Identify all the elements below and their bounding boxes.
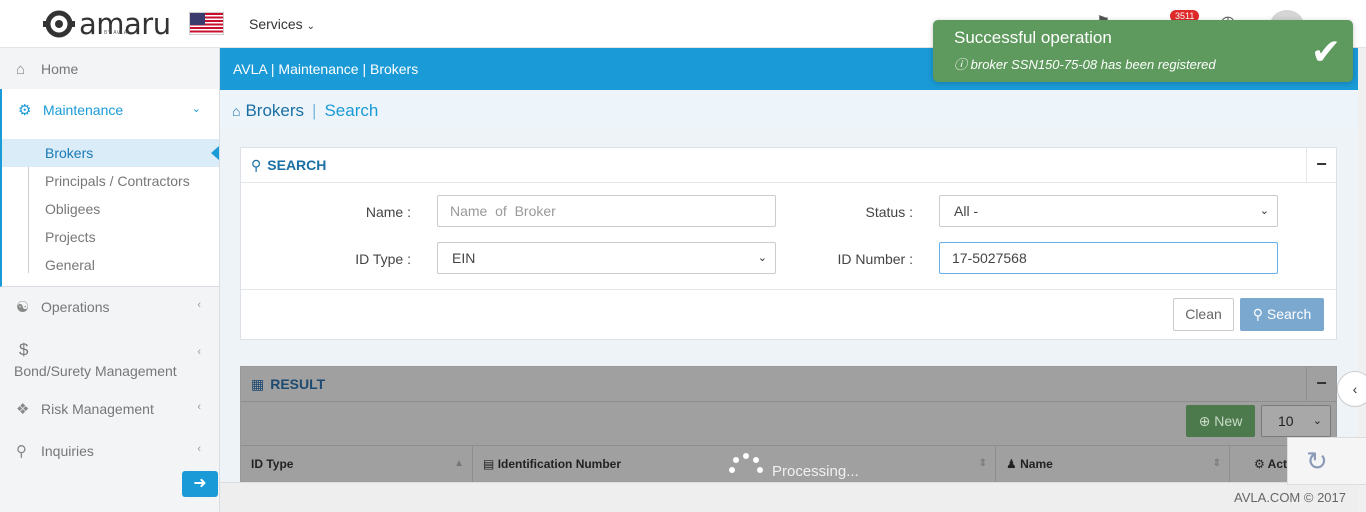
sidebar-item-label: Inquiries <box>41 443 94 459</box>
submenu-item-obligees[interactable]: Obligees <box>2 195 219 223</box>
chevron-left-icon: ‹ <box>197 401 201 413</box>
title-separator: | <box>312 101 317 120</box>
dollar-icon: $ <box>19 340 29 359</box>
sort-icon: ⇕ <box>1212 458 1221 469</box>
spinner-icon <box>729 453 763 483</box>
services-label: Services <box>249 16 303 32</box>
chevron-down-icon: ⌄ <box>306 21 315 32</box>
footer: AVLA.COM © 2017 <box>220 482 1358 512</box>
search-button-label: Search <box>1266 306 1312 322</box>
clean-button[interactable]: Clean <box>1173 298 1234 331</box>
success-toast[interactable]: Successful operation ⓘ broker SSN150-75-… <box>933 20 1353 82</box>
sidebar-item-bond[interactable]: $ Bond/Surety Management ‹ <box>0 336 219 392</box>
collapse-sidebar-button[interactable]: ➜ <box>182 471 218 497</box>
chevron-left-icon: ‹ <box>1352 381 1358 397</box>
submenu-item-principals[interactable]: Principals / Contractors <box>2 167 219 195</box>
column-label: ID Type <box>251 457 294 471</box>
page-heading: ⌂ Brokers | Search <box>220 90 1358 130</box>
status-select[interactable]: All - ⌄ <box>939 195 1278 227</box>
chevron-down-icon: ⌄ <box>191 103 201 115</box>
column-name[interactable]: ♟ Name ⇕ <box>996 446 1230 482</box>
sidebar-item-risk[interactable]: ❖ Risk Management ‹ <box>0 388 219 430</box>
page-size-value: 10 <box>1278 413 1294 429</box>
sidebar-item-label: Risk Management <box>41 401 154 417</box>
new-button-label: New <box>1214 413 1243 429</box>
sidebar-item-label: Operations <box>41 299 110 315</box>
status-label: Status : <box>865 204 913 220</box>
search-icon: ⚲ <box>16 443 27 460</box>
sort-icon: ⇕ <box>978 458 987 469</box>
column-id-type[interactable]: ID Type ▲ <box>241 446 473 482</box>
services-menu[interactable]: Services ⌄ <box>249 16 315 32</box>
checkmark-icon: ✔ <box>1310 31 1341 72</box>
us-flag-icon[interactable] <box>189 12 224 35</box>
result-panel-title: RESULT <box>270 376 326 392</box>
idtype-label: ID Type : <box>355 251 411 267</box>
info-icon: ⓘ <box>954 57 968 72</box>
sidebar-item-maintenance[interactable]: ⚙ Maintenance ⌄ <box>0 89 219 131</box>
panel-divider <box>241 289 1336 290</box>
idtype-select[interactable]: EIN ⌄ <box>437 242 776 274</box>
submenu-item-general[interactable]: General <box>2 251 219 279</box>
chevron-left-icon: ‹ <box>197 346 201 358</box>
search-icon: ⚲ <box>251 157 262 173</box>
gear-icon: ⚙ <box>1254 457 1265 471</box>
sidebar-item-operations[interactable]: ☯ Operations ‹ <box>0 286 219 328</box>
search-button[interactable]: ⚲ Search <box>1240 298 1324 331</box>
column-label: Act <box>1267 457 1287 471</box>
recaptcha-icon: ↻ <box>1306 446 1328 476</box>
sidebar-item-label: Home <box>41 61 79 77</box>
table-icon: ▦ <box>251 376 265 392</box>
new-button[interactable]: ⊕ New <box>1186 405 1255 437</box>
plus-circle-icon: ⊕ <box>1198 413 1211 429</box>
cubes-icon: ❖ <box>16 401 30 418</box>
column-label: Name <box>1020 457 1053 471</box>
collapse-search-button[interactable]: − <box>1306 148 1336 182</box>
chevron-left-icon: ‹ <box>197 443 201 455</box>
id-card-icon: ▤ <box>483 457 495 471</box>
search-panel: ⚲ SEARCH − Name : Status : All - ⌄ ID Typ… <box>240 147 1337 340</box>
idnumber-input[interactable] <box>939 242 1278 274</box>
search-icon: ⚲ <box>1252 306 1263 322</box>
sidebar-item-label: Maintenance <box>43 102 124 118</box>
logo-subtext: BY AVLA <box>104 30 128 36</box>
chevron-down-icon: ⌄ <box>1259 205 1269 217</box>
maintenance-submenu: Brokers Principals / Contractors Obligee… <box>0 131 219 287</box>
idnumber-label: ID Number : <box>837 251 913 267</box>
page-title: Brokers <box>245 101 305 120</box>
name-label: Name : <box>365 204 411 220</box>
sidebar: ⌂ Home ⚙ Maintenance ⌄ Brokers Principal… <box>0 48 220 512</box>
column-label: Identification Number <box>497 457 622 471</box>
handshake-icon: ☯ <box>16 299 30 316</box>
chevron-down-icon: ⌄ <box>1312 415 1322 427</box>
status-value: All - <box>954 203 979 219</box>
sidebar-item-home[interactable]: ⌂ Home <box>0 48 219 90</box>
submenu-item-projects[interactable]: Projects <box>2 223 219 251</box>
page-subtitle: Search <box>324 101 379 120</box>
home-icon: ⌂ <box>232 103 241 119</box>
chevron-down-icon: ⌄ <box>757 252 767 264</box>
result-panel-header: ▦ RESULT − <box>241 367 1336 402</box>
sidebar-item-label: Bond/Surety Management <box>14 363 177 379</box>
user-icon: ♟ <box>1006 457 1017 471</box>
name-input[interactable] <box>437 195 776 227</box>
search-panel-header: ⚲ SEARCH − <box>241 148 1336 183</box>
search-panel-title: SEARCH <box>267 157 327 173</box>
processing-text: Processing... <box>772 463 859 480</box>
submenu-item-brokers[interactable]: Brokers <box>2 139 219 167</box>
home-icon: ⌂ <box>16 60 26 78</box>
collapse-result-button[interactable]: − <box>1306 367 1336 401</box>
page-size-select[interactable]: 10 ⌄ <box>1261 405 1331 437</box>
chevron-left-icon: ‹ <box>197 299 201 311</box>
toast-message: broker SSN150-75-08 has been registered <box>970 57 1216 72</box>
sidebar-item-inquiries[interactable]: ⚲ Inquiries ‹ <box>0 430 219 472</box>
recaptcha-badge[interactable]: ↻ <box>1287 437 1366 485</box>
idtype-value: EIN <box>452 250 476 266</box>
right-panel-toggle-button[interactable]: ‹ <box>1337 371 1366 407</box>
sort-asc-icon: ▲ <box>454 458 464 469</box>
logo-mark-icon <box>43 10 75 38</box>
toast-title: Successful operation <box>954 28 1112 47</box>
arrow-left-icon: ➜ <box>193 475 207 492</box>
gear-icon: ⚙ <box>18 102 32 119</box>
